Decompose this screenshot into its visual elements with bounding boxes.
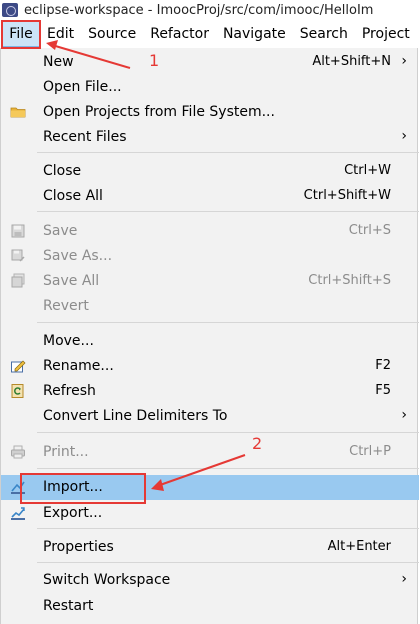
refresh-icon xyxy=(10,383,26,399)
menu-separator xyxy=(37,528,419,529)
menu-item-label: Save As... xyxy=(43,248,113,264)
menu-item-shortcut: Ctrl+P xyxy=(349,444,391,459)
menu-item-label: Convert Line Delimiters To xyxy=(43,408,228,424)
menu-item-open-file[interactable]: Open File... xyxy=(1,75,419,100)
menu-item-shortcut: Ctrl+Shift+S xyxy=(308,273,391,288)
menu-item-label: Open File... xyxy=(43,79,122,95)
menu-item-save[interactable]: Save Ctrl+S xyxy=(1,219,419,244)
import-icon xyxy=(10,479,26,495)
submenu-arrow-icon: › xyxy=(401,128,407,144)
menu-item-shortcut: F5 xyxy=(375,383,391,398)
menu-item-open-projects[interactable]: Open Projects from File System... xyxy=(1,100,419,125)
menu-item-label: Import... xyxy=(43,479,103,495)
menu-separator xyxy=(37,211,419,212)
rename-icon xyxy=(10,358,26,374)
submenu-arrow-icon: › xyxy=(401,53,407,69)
menu-item-label: Rename... xyxy=(43,358,114,374)
menu-item-label: Close All xyxy=(43,188,103,204)
submenu-arrow-icon: › xyxy=(401,571,407,587)
menu-item-label: Move... xyxy=(43,333,94,349)
menu-item-shortcut: Ctrl+Shift+W xyxy=(303,188,391,203)
file-menu: New Alt+Shift+N › Open File... Open Proj… xyxy=(0,48,419,624)
menu-item-label: Close xyxy=(43,163,82,179)
menu-item-convert-line-delimiters[interactable]: Convert Line Delimiters To › xyxy=(1,404,419,429)
menu-source[interactable]: Source xyxy=(81,26,143,42)
menu-item-save-all[interactable]: Save All Ctrl+Shift+S xyxy=(1,269,419,294)
save-icon xyxy=(10,223,26,239)
menu-separator xyxy=(37,432,419,433)
menu-item-shortcut: Ctrl+W xyxy=(344,163,391,178)
menu-item-properties[interactable]: Properties Alt+Enter xyxy=(1,535,419,560)
menu-search[interactable]: Search xyxy=(293,26,355,42)
menu-separator xyxy=(37,562,419,563)
menu-item-label: New xyxy=(43,54,74,70)
menu-item-switch-workspace[interactable]: Switch Workspace › xyxy=(1,568,419,593)
menu-item-label: Revert xyxy=(43,298,89,314)
menu-item-label: Switch Workspace xyxy=(43,572,171,588)
menu-item-shortcut: F2 xyxy=(375,358,391,373)
title-bar: eclipse-workspace - ImoocProj/src/com/im… xyxy=(0,0,420,20)
menu-item-print[interactable]: Print... Ctrl+P xyxy=(1,440,419,465)
menu-separator xyxy=(37,322,419,323)
menu-item-save-as[interactable]: Save As... xyxy=(1,244,419,269)
menu-separator xyxy=(37,152,419,153)
menu-edit[interactable]: Edit xyxy=(40,26,81,42)
menu-project[interactable]: Project xyxy=(355,26,417,42)
menu-item-close[interactable]: Close Ctrl+W xyxy=(1,159,419,184)
menu-item-restart[interactable]: Restart xyxy=(1,594,419,619)
menu-item-label: Save All xyxy=(43,273,100,289)
annotation-number-2: 2 xyxy=(252,434,263,453)
menu-item-label: Print... xyxy=(43,444,89,460)
print-icon xyxy=(10,444,26,460)
folder-icon xyxy=(10,104,26,120)
menu-file[interactable]: File xyxy=(2,21,40,47)
menu-item-import[interactable]: Import... xyxy=(1,475,419,500)
menu-refactor[interactable]: Refactor xyxy=(143,26,216,42)
menu-bar: File Edit Source Refactor Navigate Searc… xyxy=(0,20,420,48)
menu-item-shortcut: Alt+Shift+N xyxy=(312,54,391,69)
menu-item-refresh[interactable]: Refresh F5 xyxy=(1,379,419,404)
window-title: eclipse-workspace - ImoocProj/src/com/im… xyxy=(24,2,374,18)
menu-item-shortcut: Alt+Enter xyxy=(327,539,391,554)
menu-item-label: Properties xyxy=(43,539,114,555)
menu-item-label: Export... xyxy=(43,505,103,521)
menu-item-label: Recent Files xyxy=(43,129,127,145)
menu-item-rename[interactable]: Rename... F2 xyxy=(1,354,419,379)
menu-item-revert[interactable]: Revert xyxy=(1,294,419,319)
export-icon xyxy=(10,505,26,521)
menu-separator xyxy=(37,468,419,469)
menu-item-label: Save xyxy=(43,223,78,239)
menu-item-label: Refresh xyxy=(43,383,96,399)
menu-item-move[interactable]: Move... xyxy=(1,329,419,354)
submenu-arrow-icon: › xyxy=(401,407,407,423)
save-as-icon xyxy=(10,248,26,264)
menu-item-recent-files[interactable]: Recent Files › xyxy=(1,125,419,150)
eclipse-icon xyxy=(2,3,18,17)
menu-item-label: Restart xyxy=(43,598,94,614)
menu-item-export[interactable]: Export... xyxy=(1,501,419,526)
save-all-icon xyxy=(10,273,26,289)
annotation-number-1: 1 xyxy=(149,51,160,70)
menu-item-close-all[interactable]: Close All Ctrl+Shift+W xyxy=(1,184,419,209)
menu-item-new[interactable]: New Alt+Shift+N › xyxy=(1,50,419,75)
menu-navigate[interactable]: Navigate xyxy=(216,26,293,42)
menu-item-label: Open Projects from File System... xyxy=(43,104,275,120)
menu-item-shortcut: Ctrl+S xyxy=(348,223,391,238)
